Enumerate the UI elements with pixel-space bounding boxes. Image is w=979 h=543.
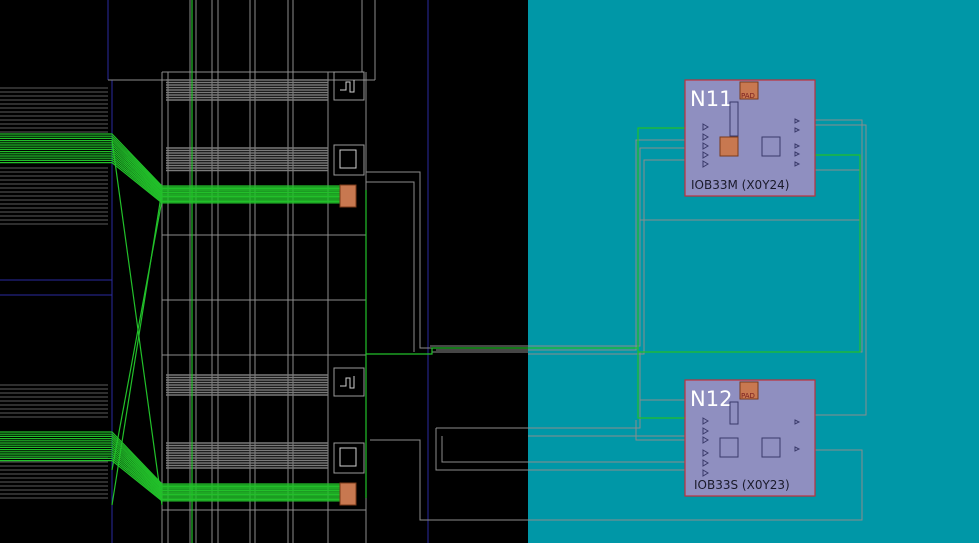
site-label-n11: IOB33M (X0Y24) [691, 178, 789, 192]
io-logic-n11[interactable] [719, 136, 739, 157]
pin-name-n12: N12 [690, 387, 732, 411]
green-routed-nets [0, 0, 340, 543]
logic-cell-lower[interactable] [339, 482, 357, 506]
iob-site-n11[interactable]: N11 PAD IOB33M (X0Y24) [684, 79, 816, 197]
interconnect-columns [108, 0, 376, 543]
pad-label-n11: PAD [741, 92, 755, 100]
device-view-svg[interactable]: N11 PAD IOB33M (X0Y24) N12 PAD IOB33S (X… [0, 0, 979, 543]
iob-site-n12[interactable]: N12 PAD IOB33S (X0Y23) [684, 379, 816, 497]
pad-label-n12: PAD [741, 392, 755, 400]
pin-name-n11: N11 [690, 87, 732, 111]
logic-cell-upper[interactable] [339, 184, 357, 208]
site-label-n12: IOB33S (X0Y23) [694, 478, 790, 492]
device-view-canvas[interactable]: N11 PAD IOB33M (X0Y24) N12 PAD IOB33S (X… [0, 0, 979, 543]
fabric-tile-icons [333, 71, 365, 474]
